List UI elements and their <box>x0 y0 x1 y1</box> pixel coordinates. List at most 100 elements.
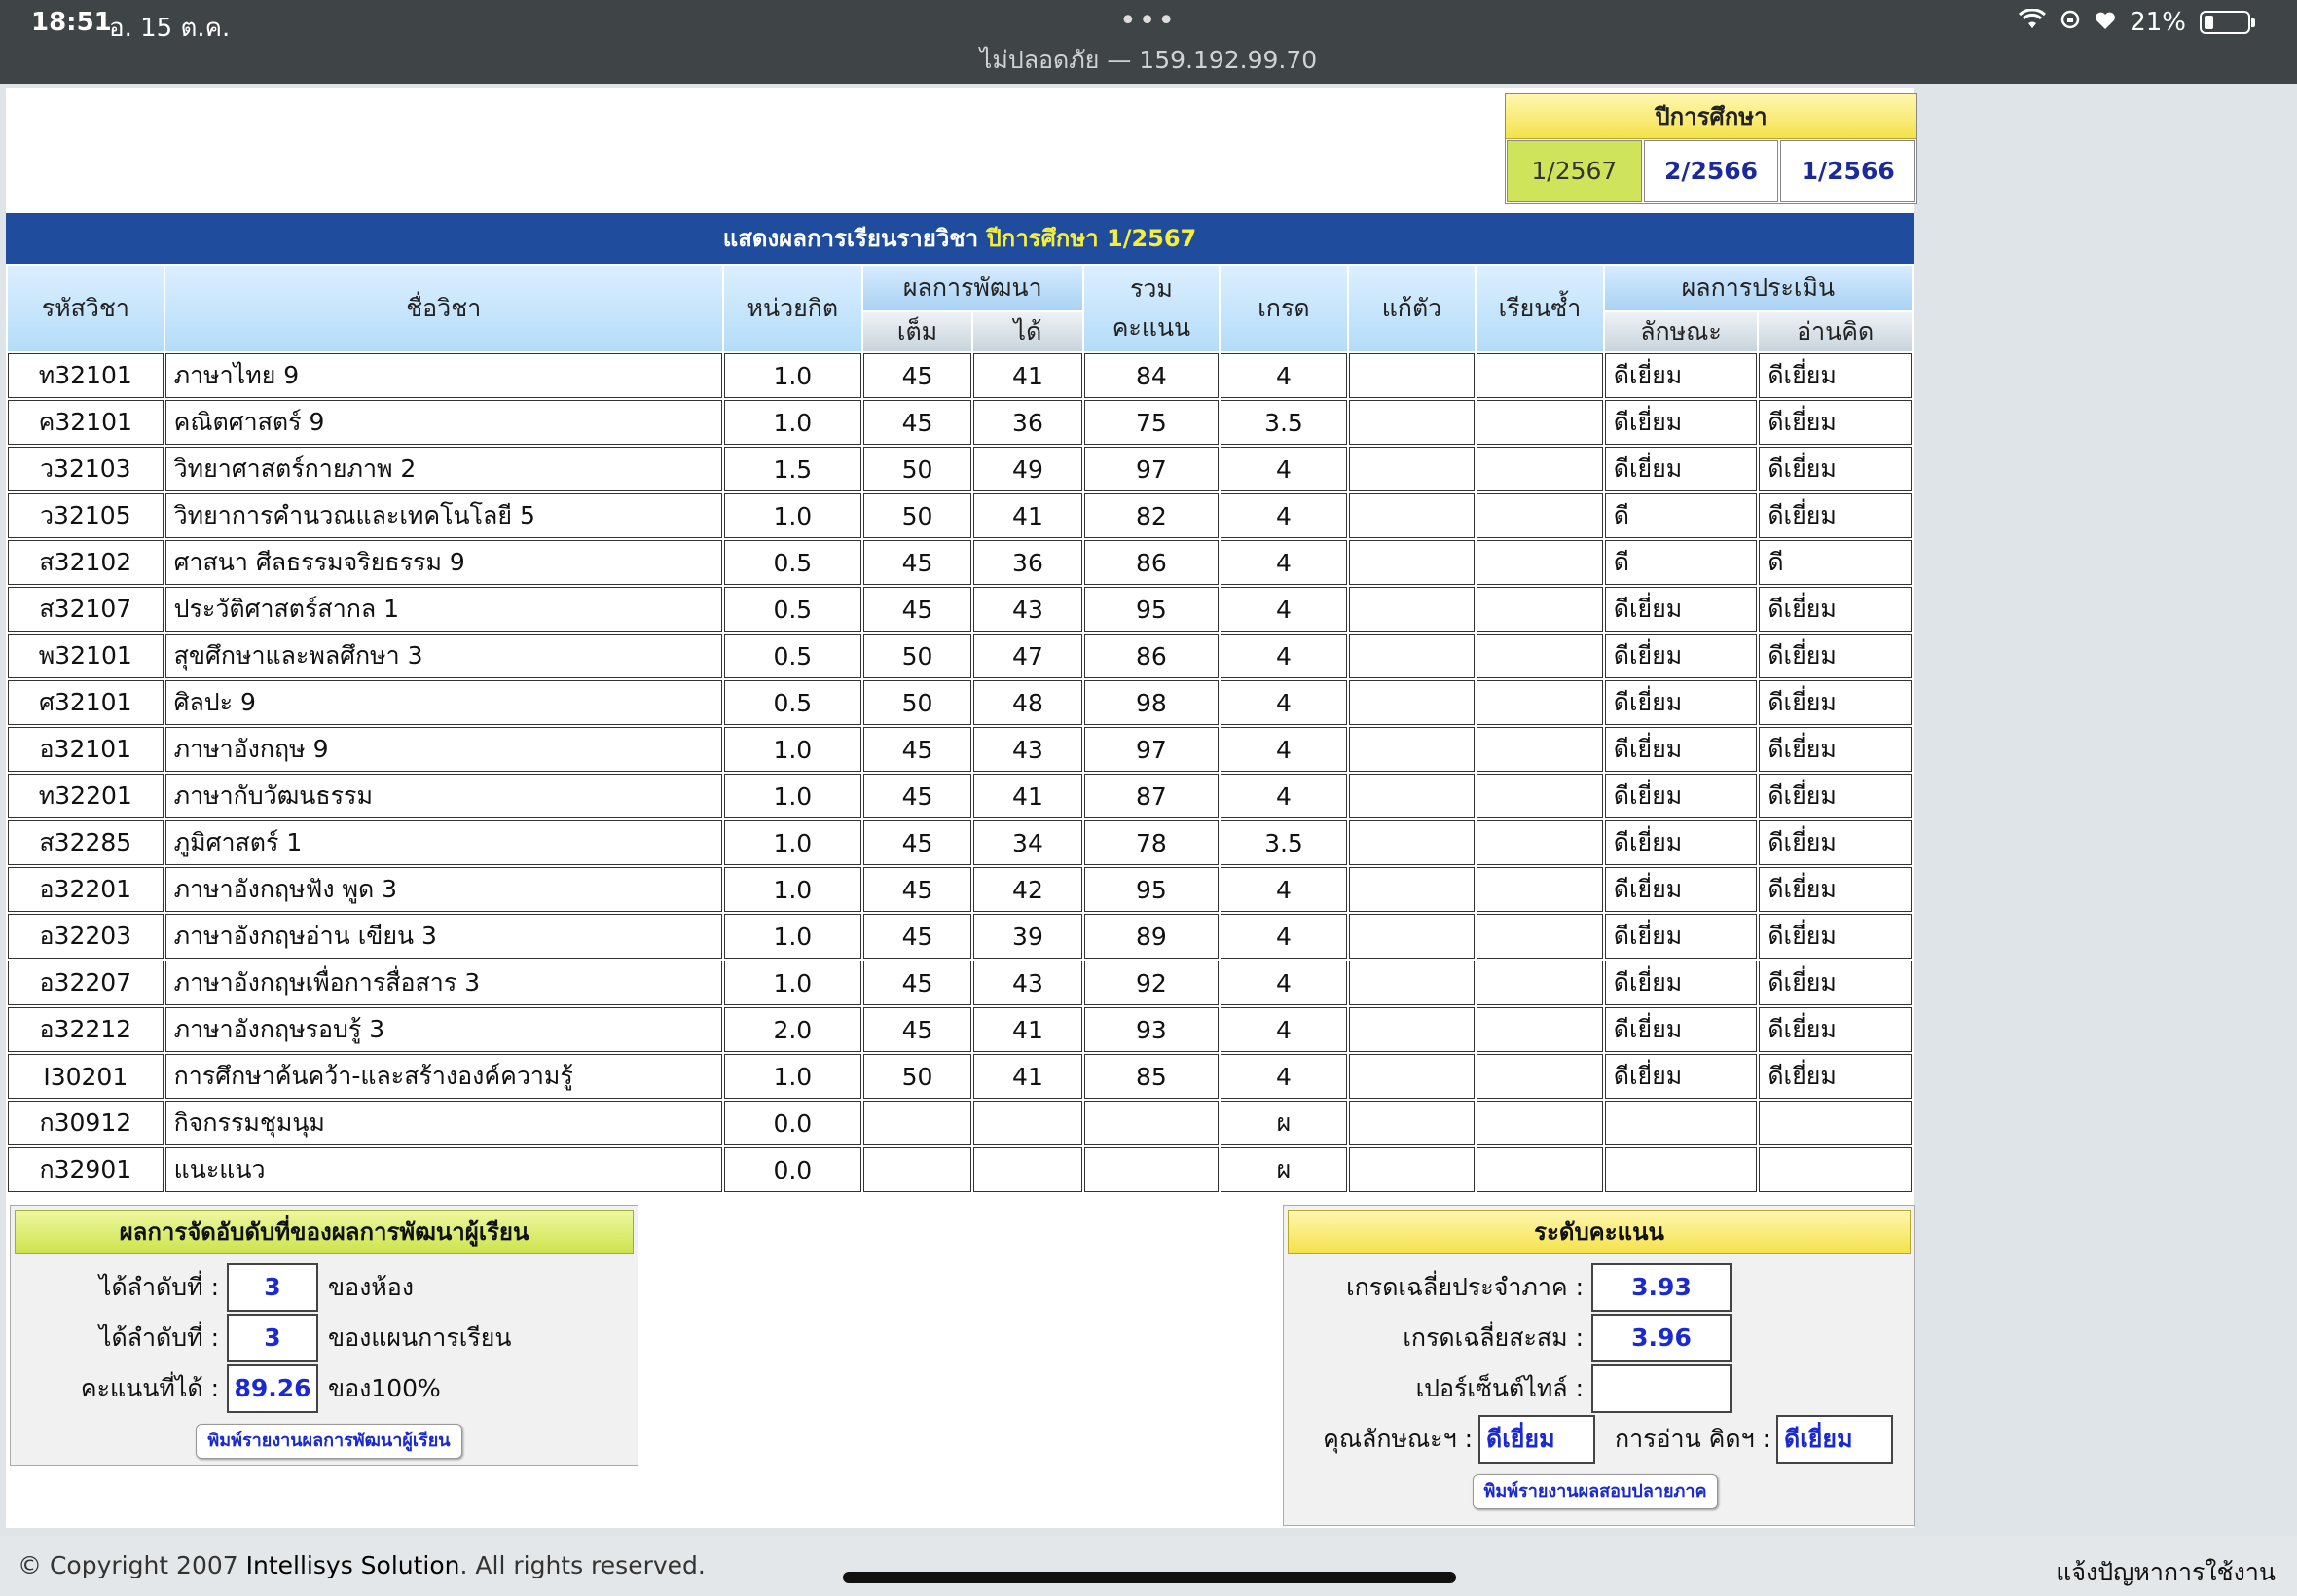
cell-fix <box>1348 1007 1476 1052</box>
grades-table: รหัสวิชา ชื่อวิชา หน่วยกิต ผลการพัฒนา รว… <box>6 264 1914 1194</box>
table-row: ศ32101 ศิลปะ 9 0.5 50 48 98 4 ดีเยี่ยม ดีเยี่ยม <box>8 680 1912 725</box>
cell-name: ภาษาอังกฤษเพื่อการสื่อสาร 3 <box>164 961 722 1005</box>
cell-eval-read: ดีเยี่ยม <box>1759 961 1912 1005</box>
cell-eval-char: ดีเยี่ยม <box>1604 914 1758 959</box>
cell-grade: 3.5 <box>1221 820 1347 865</box>
cell-name: ศิลปะ 9 <box>164 680 722 725</box>
percentile-value <box>1591 1364 1732 1413</box>
cell-name: คณิตศาสตร์ 9 <box>164 400 722 445</box>
company-link[interactable]: Intellisys Solution <box>246 1551 460 1579</box>
header-dev-got: ได้ <box>973 312 1082 351</box>
cell-dev-full: 45 <box>862 727 972 772</box>
cell-dev-full: 50 <box>862 634 972 678</box>
cell-fix <box>1348 1101 1476 1145</box>
print-dev-report-button[interactable]: พิมพ์รายงานผลการพัฒนาผู้เรียน <box>196 1424 462 1459</box>
table-row: ท32101 ภาษาไทย 9 1.0 45 41 84 4 ดีเยี่ยม ดีเยี่ย… <box>8 353 1912 398</box>
year-option-1-2566[interactable]: 1/2566 <box>1780 140 1916 202</box>
cell-grade: 4 <box>1221 493 1347 538</box>
home-indicator[interactable] <box>843 1572 1456 1583</box>
header-eval-char: ลักษณะ <box>1604 312 1758 351</box>
cell-total: 75 <box>1083 400 1220 445</box>
cell-credit: 0.0 <box>723 1101 861 1145</box>
cell-code: ก30912 <box>8 1101 164 1145</box>
table-row: อ32203 ภาษาอังกฤษอ่าน เขียน 3 1.0 45 39 89 4 ดี… <box>8 914 1912 959</box>
cell-eval-char <box>1604 1147 1758 1192</box>
rank-row-class: ได้ลำดับที่ : 3 ของห้อง <box>11 1262 414 1313</box>
cell-dev-full: 45 <box>862 400 972 445</box>
cell-code: ส32102 <box>8 540 164 585</box>
rank-label: ได้ลำดับที่ : <box>98 1273 219 1301</box>
cell-dev-got: 34 <box>973 820 1082 865</box>
cell-grade: 4 <box>1221 774 1347 818</box>
cell-eval-read: ดีเยี่ยม <box>1759 1007 1912 1052</box>
grades-title-bar: แสดงผลการเรียนรายวิชา ปีการศึกษา 1/2567 <box>6 213 1914 264</box>
cell-dev-full: 50 <box>862 493 972 538</box>
cell-eval-char: ดีเยี่ยม <box>1604 680 1758 725</box>
gpa-cum-value: 3.96 <box>1591 1314 1732 1362</box>
cell-fix <box>1348 634 1476 678</box>
cell-dev-got: 36 <box>973 400 1082 445</box>
cell-grade: 4 <box>1221 353 1347 398</box>
multitask-dots[interactable]: ••• <box>1119 4 1177 38</box>
cell-fix <box>1348 820 1476 865</box>
cell-credit: 1.0 <box>723 961 861 1005</box>
cell-eval-char: ดีเยี่ยม <box>1604 634 1758 678</box>
cell-repeat <box>1477 1147 1603 1192</box>
rank-row-score: คะแนนที่ได้ : 89.26 ของ100% <box>11 1363 441 1414</box>
cell-name: แนะแนว <box>164 1147 722 1192</box>
table-row: ค32101 คณิตศาสตร์ 9 1.0 45 36 75 3.5 ดีเยี่ยม ดี… <box>8 400 1912 445</box>
cell-credit: 1.0 <box>723 914 861 959</box>
header-code: รหัสวิชา <box>8 266 164 351</box>
print-final-report-button[interactable]: พิมพ์รายงานผลสอบปลายภาค <box>1473 1474 1718 1509</box>
cell-fix <box>1348 493 1476 538</box>
footer: © Copyright 2007 Intellisys Solution. Al… <box>0 1536 2297 1596</box>
cell-dev-full: 45 <box>862 867 972 912</box>
cell-name: ภาษาอังกฤษ 9 <box>164 727 722 772</box>
cell-dev-got: 41 <box>973 1054 1082 1099</box>
cell-eval-char: ดีเยี่ยม <box>1604 353 1758 398</box>
cell-dev-full: 45 <box>862 774 972 818</box>
cell-code: ก32901 <box>8 1147 164 1192</box>
cell-grade: ผ <box>1221 1147 1347 1192</box>
cell-eval-read: ดีเยี่ยม <box>1759 1054 1912 1099</box>
cell-credit: 0.5 <box>723 680 861 725</box>
cell-grade: 4 <box>1221 540 1347 585</box>
table-row: ส32285 ภูมิศาสตร์ 1 1.0 45 34 78 3.5 ดีเยี่ยม ดี… <box>8 820 1912 865</box>
table-row: ว32105 วิทยาการคำนวณและเทคโนโลยี 5 1.0 50 41… <box>8 493 1912 538</box>
report-problem-link[interactable]: แจ้งปัญหาการใช้งาน <box>2056 1553 2276 1592</box>
cell-name: ภาษาอังกฤษฟัง พูด 3 <box>164 867 722 912</box>
cell-fix <box>1348 914 1476 959</box>
cell-credit: 1.0 <box>723 727 861 772</box>
cell-name: ภาษาอังกฤษรอบรู้ 3 <box>164 1007 722 1052</box>
cell-dev-full: 45 <box>862 820 972 865</box>
cell-eval-read: ดีเยี่ยม <box>1759 447 1912 491</box>
cell-dev-full <box>862 1101 972 1145</box>
cell-fix <box>1348 867 1476 912</box>
cell-dev-got: 42 <box>973 867 1082 912</box>
cell-credit: 2.0 <box>723 1007 861 1052</box>
year-option-1-2567[interactable]: 1/2567 <box>1507 140 1642 202</box>
cell-repeat <box>1477 587 1603 632</box>
header-name: ชื่อวิชา <box>164 266 722 351</box>
cell-code: อ32101 <box>8 727 164 772</box>
table-row: ส32107 ประวัติศาสตร์สากล 1 0.5 45 43 95 4 ดีเยี… <box>8 587 1912 632</box>
cell-grade: 3.5 <box>1221 400 1347 445</box>
cell-eval-char <box>1604 1101 1758 1145</box>
cell-repeat <box>1477 1054 1603 1099</box>
cell-eval-read: ดีเยี่ยม <box>1759 680 1912 725</box>
address-bar[interactable]: ไม่ปลอดภัย — 159.192.99.70 <box>0 41 2297 80</box>
cell-eval-char: ดีเยี่ยม <box>1604 727 1758 772</box>
cell-total: 85 <box>1083 1054 1220 1099</box>
cell-dev-got: 47 <box>973 634 1082 678</box>
rank-class-value: 3 <box>227 1263 318 1312</box>
year-option-2-2566[interactable]: 2/2566 <box>1643 140 1779 202</box>
cell-name: ศาสนา ศีลธรรมจริยธรรม 9 <box>164 540 722 585</box>
cell-credit: 0.5 <box>723 587 861 632</box>
cell-credit: 0.0 <box>723 1147 861 1192</box>
battery-percent: 21% <box>2130 8 2186 37</box>
cell-eval-char: ดีเยี่ยม <box>1604 820 1758 865</box>
gpa-cum-label: เกรดเฉลี่ยสะสม : <box>1403 1324 1584 1352</box>
cell-dev-full: 45 <box>862 353 972 398</box>
cell-dev-got: 41 <box>973 1007 1082 1052</box>
cell-eval-char: ดีเยี่ยม <box>1604 1054 1758 1099</box>
